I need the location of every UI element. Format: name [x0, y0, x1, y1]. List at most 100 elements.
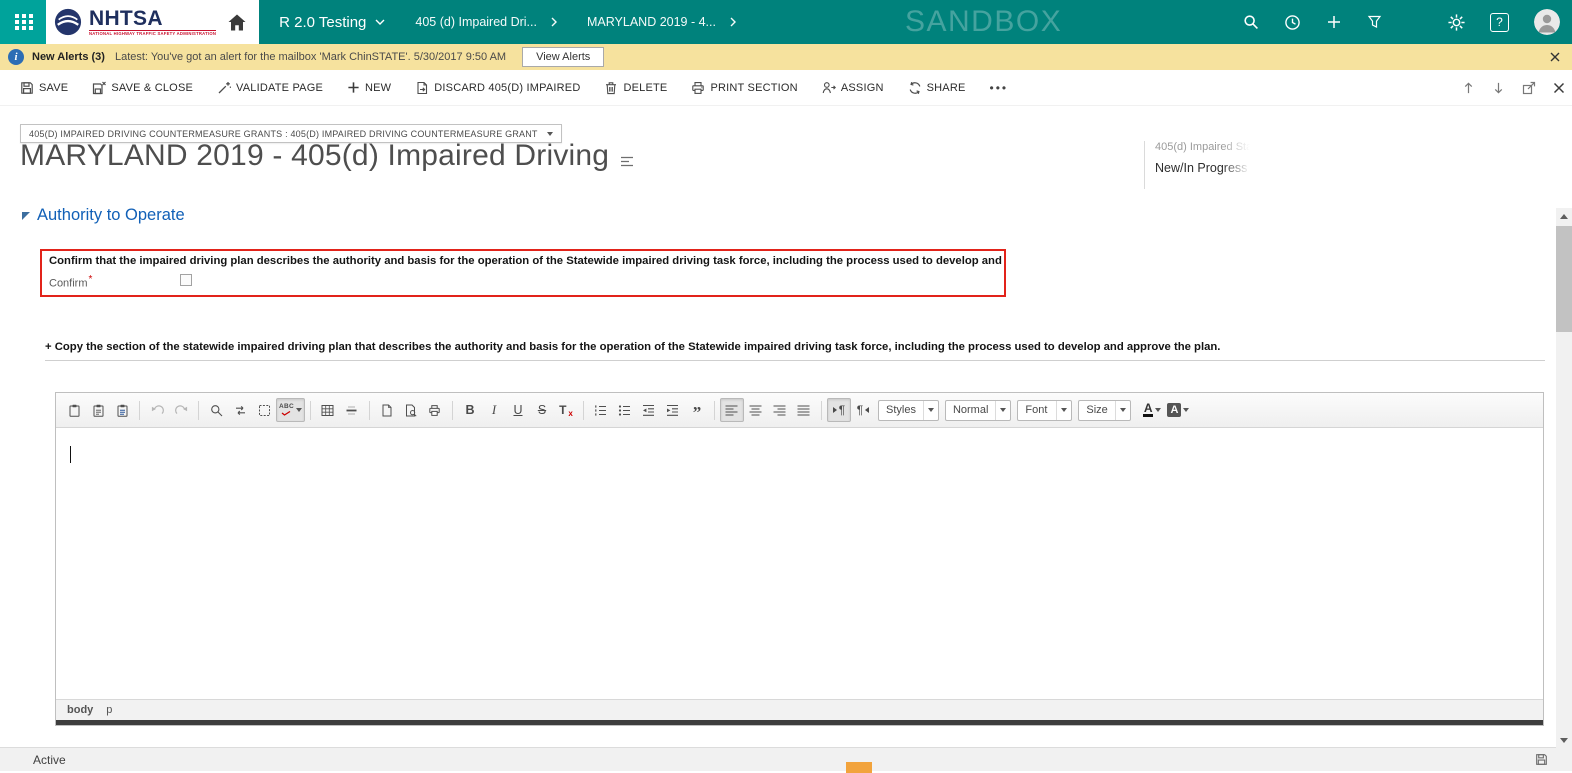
insert-table-button[interactable] [316, 398, 340, 422]
align-center-button[interactable] [744, 398, 768, 422]
size-dropdown[interactable]: Size [1078, 400, 1130, 421]
scrollbar-thumb[interactable] [1556, 226, 1572, 332]
breadcrumb-entity[interactable]: 405 (d) Impaired Dri... [415, 15, 557, 29]
decrease-indent-button[interactable] [637, 398, 661, 422]
styles-dropdown[interactable]: Styles [878, 400, 939, 421]
home-icon[interactable] [227, 13, 247, 32]
caret-down-icon [1056, 401, 1071, 420]
confirm-label: Confirm* [49, 274, 92, 290]
editor-element-path: body p [56, 699, 1543, 720]
horizontal-rule-button[interactable] [340, 398, 364, 422]
font-dropdown[interactable]: Font [1017, 400, 1072, 421]
path-p[interactable]: p [106, 704, 112, 716]
new-page-button[interactable] [375, 398, 399, 422]
select-all-button[interactable] [252, 398, 276, 422]
assign-button[interactable]: ASSIGN [822, 81, 884, 95]
navbar-actions: ? [1243, 9, 1572, 35]
validate-page-button[interactable]: VALIDATE PAGE [217, 81, 323, 95]
share-button[interactable]: SHARE [908, 81, 966, 95]
recent-items-icon[interactable] [1284, 14, 1301, 31]
replace-button[interactable] [228, 398, 252, 422]
save-and-close-button[interactable]: SAVE & CLOSE [92, 81, 193, 95]
info-icon: i [8, 49, 24, 65]
app-launcher-button[interactable] [0, 0, 46, 44]
editor-content-area[interactable] [56, 428, 1543, 699]
pilcrow-glyph: ¶ [857, 403, 863, 417]
numbered-list-button[interactable] [589, 398, 613, 422]
help-icon[interactable]: ? [1490, 13, 1509, 32]
filter-funnel-icon[interactable] [1367, 15, 1382, 29]
trash-icon [604, 81, 623, 95]
footer-save-icon[interactable] [1535, 753, 1548, 766]
paste-plaintext-button[interactable] [86, 398, 110, 422]
increase-indent-button[interactable] [661, 398, 685, 422]
breadcrumb-record[interactable]: MARYLAND 2019 - 4... [587, 15, 736, 29]
paste-button[interactable] [62, 398, 86, 422]
path-body[interactable]: body [67, 704, 93, 716]
text-direction-ltr-button[interactable]: ¶ [827, 398, 851, 422]
validate-icon [217, 81, 236, 95]
print-label: PRINT SECTION [710, 82, 797, 94]
remove-format-button[interactable]: Tx [554, 398, 578, 422]
brand-name: NHTSA [89, 8, 216, 29]
delete-button[interactable]: DELETE [604, 81, 667, 95]
close-form-icon[interactable] [1553, 82, 1565, 94]
redo-button[interactable] [169, 398, 193, 422]
section-authority-to-operate[interactable]: Authority to Operate [22, 206, 185, 225]
save-button[interactable]: SAVE [20, 81, 68, 95]
format-dropdown[interactable]: Normal [945, 400, 1011, 421]
ltr-arrow-icon [833, 407, 837, 413]
find-button[interactable] [204, 398, 228, 422]
paste-from-word-button[interactable] [110, 398, 134, 422]
toolbar-separator [369, 401, 370, 420]
text-color-button[interactable]: A [1140, 398, 1165, 422]
rich-text-editor: ABC B I U S Tx ” [55, 392, 1544, 726]
align-right-button[interactable] [768, 398, 792, 422]
new-button[interactable]: NEW [347, 81, 391, 94]
bulleted-list-button[interactable] [613, 398, 637, 422]
align-left-button[interactable] [720, 398, 744, 422]
bold-button[interactable]: B [458, 398, 482, 422]
settings-gear-icon[interactable] [1448, 14, 1465, 31]
alert-close-icon[interactable] [1550, 52, 1560, 62]
confirm-checkbox[interactable] [180, 274, 192, 286]
align-justify-button[interactable] [792, 398, 816, 422]
breadcrumb-entity-label: 405 (d) Impaired Dri... [415, 15, 537, 29]
scroll-down-icon[interactable] [1492, 81, 1505, 95]
spellcheck-button[interactable]: ABC [276, 398, 305, 422]
app-switcher[interactable]: R 2.0 Testing [279, 14, 385, 31]
app-name-label: R 2.0 Testing [279, 14, 366, 31]
view-alerts-button[interactable]: View Alerts [522, 47, 604, 67]
pilcrow-glyph: ¶ [839, 403, 845, 417]
more-commands-button[interactable]: ••• [990, 81, 1009, 95]
scroll-up-icon[interactable] [1462, 81, 1475, 95]
size-dropdown-label: Size [1079, 404, 1114, 416]
toolbar-separator [583, 401, 584, 420]
copy-section-header[interactable]: + Copy the section of the statewide impa… [45, 341, 1545, 361]
title-options-icon[interactable] [620, 156, 634, 167]
status-field-value: New/In Progress [1155, 161, 1250, 175]
blockquote-button[interactable]: ” [685, 401, 709, 425]
save-label: SAVE [39, 82, 68, 94]
vertical-scrollbar[interactable] [1556, 208, 1572, 748]
background-color-button[interactable]: A [1164, 398, 1192, 422]
scrollbar-up-arrow[interactable] [1556, 208, 1572, 224]
preview-button[interactable] [399, 398, 423, 422]
search-icon[interactable] [1243, 14, 1259, 30]
print-section-button[interactable]: PRINT SECTION [691, 81, 797, 95]
text-direction-rtl-button[interactable]: ¶ [851, 398, 875, 422]
plus-icon [347, 81, 365, 94]
scrollbar-down-arrow[interactable] [1556, 732, 1572, 748]
user-avatar[interactable] [1534, 9, 1560, 35]
undo-button[interactable] [145, 398, 169, 422]
popout-icon[interactable] [1522, 81, 1536, 95]
underline-button[interactable]: U [506, 398, 530, 422]
nhtsa-logo[interactable]: NHTSA NATIONAL HIGHWAY TRAFFIC SAFETY AD… [46, 0, 259, 44]
strikethrough-button[interactable]: S [530, 398, 554, 422]
text-cursor [70, 446, 71, 463]
discard-button[interactable]: DISCARD 405(D) IMPAIRED [415, 81, 580, 95]
italic-button[interactable]: I [482, 398, 506, 422]
print-button[interactable] [423, 398, 447, 422]
printer-icon [691, 81, 710, 95]
quick-create-plus-icon[interactable] [1326, 14, 1342, 30]
